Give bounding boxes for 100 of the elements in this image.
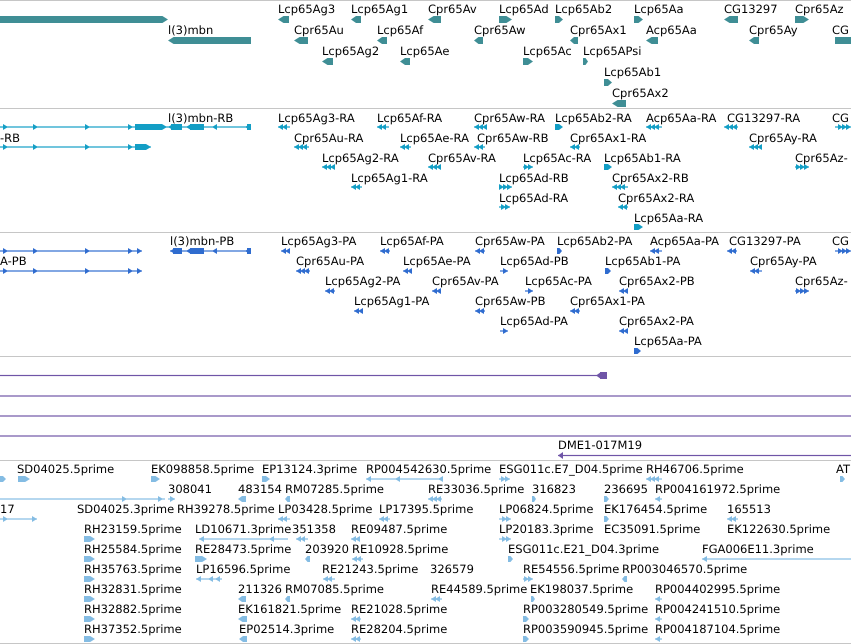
est-label: RH37352.5prime xyxy=(84,623,182,635)
protein-label: Lcp65Ab2-PA xyxy=(557,235,632,247)
est-label: RP003046570.5prime xyxy=(622,563,748,575)
transcript-label: Cpr65Ax1-RA xyxy=(570,132,646,144)
gene-label: Lcp65Ab1 xyxy=(604,66,662,78)
est-label: RE28473.5prime xyxy=(195,543,292,555)
est-label: RH39278.5prime xyxy=(177,503,275,515)
gene-label: Cpr65Au xyxy=(294,24,344,36)
gene-label: CG xyxy=(832,24,849,36)
est-label: RP003280549.5prime xyxy=(523,603,648,615)
transcript-label: CG xyxy=(832,112,849,124)
transcript-label: Lcp65Ad-RA xyxy=(499,192,568,204)
gene-label: Cpr65Ay xyxy=(749,24,798,36)
est-label: ESG011c.E21_D04.3prime xyxy=(508,543,660,555)
gene-label: Lcp65Ab2 xyxy=(555,3,612,15)
transcript-label: Acp65Aa-RA xyxy=(646,112,716,124)
transcript-label: Cpr65Aw-RB xyxy=(477,132,549,144)
est-label: RE21243.5prime xyxy=(322,563,418,575)
protein-label: Cpr65Au-PA xyxy=(296,255,364,267)
gene-label: Acp65Aa xyxy=(646,24,697,36)
transcript-label: Cpr65Az- xyxy=(795,152,848,164)
transcript-label: Lcp65Aa-RA xyxy=(634,212,704,224)
est-label: RH46706.5prime xyxy=(646,463,744,475)
gene-label: Cpr65Az xyxy=(795,3,844,15)
transcript-label: Cpr65Ax2-RA xyxy=(618,192,694,204)
protein-label: Cpr65Ax2-PA xyxy=(619,315,694,327)
protein-label: Lcp65Af-PA xyxy=(380,235,444,247)
protein-label: Cpr65Az- xyxy=(795,275,848,287)
est-label: EP02514.3prime xyxy=(239,623,334,635)
protein-label: Lcp65Ag2-PA xyxy=(325,275,400,287)
est-label: EC35091.5prime xyxy=(604,523,700,535)
gene-label: l(3)mbn xyxy=(168,24,214,36)
protein-label: Cpr65Av-PA xyxy=(432,275,499,287)
protein-label: Lcp65Aa-PA xyxy=(634,335,702,347)
est-label: 17 xyxy=(0,503,15,515)
est-label: 203920 xyxy=(305,543,349,555)
est-label: 483154 xyxy=(238,483,282,495)
est-label: 308041 xyxy=(168,483,212,495)
gene-label: Cpr65Ax2 xyxy=(612,87,669,99)
transcript-label: -RB xyxy=(0,132,20,144)
gene-label: Lcp65Ag3 xyxy=(278,3,336,15)
est-label: RP004161972.5prime xyxy=(655,483,780,495)
transcript-label: Lcp65Ab1-RA xyxy=(604,152,681,164)
transcript-label: Lcp65Ad-RB xyxy=(499,172,569,184)
gene-label: Lcp65APsi xyxy=(583,45,642,57)
protein-label: Lcp65Ac-PA xyxy=(525,275,592,287)
protein-label: Acp65Aa-PA xyxy=(650,235,720,247)
transcript-label: Lcp65Ac-RA xyxy=(523,152,592,164)
est-label: EK198037.5prime xyxy=(530,583,634,595)
transcript-label: Cpr65Av-RA xyxy=(428,152,496,164)
protein-label: Cpr65Ax2-PB xyxy=(619,275,695,287)
gene-label: Lcp65Ad xyxy=(499,3,549,15)
est-label: LP20183.3prime xyxy=(499,523,594,535)
est-label: RE28204.5prime xyxy=(351,623,448,635)
est-label: AT xyxy=(836,463,850,475)
protein-label: Lcp65Ad-PA xyxy=(500,315,568,327)
protein-label: CG13297-PA xyxy=(729,235,801,247)
transcript-label: Lcp65Ag3-RA xyxy=(278,112,355,124)
est-label: SD04025.5prime xyxy=(17,463,114,475)
est-label: EK122630.5prime xyxy=(727,523,830,535)
protein-label: Cpr65Aw-PA xyxy=(475,235,545,247)
gene-label: CG13297 xyxy=(724,3,778,15)
transcript-label: Cpr65Au-RA xyxy=(294,132,364,144)
est-label: EK161821.5prime xyxy=(238,603,342,615)
est-label: RE44589.5prime xyxy=(431,583,528,595)
est-label: RE33036.5prime xyxy=(428,483,524,495)
gene-label: Lcp65Aa xyxy=(634,3,684,15)
protein-label: Lcp65Ab1-PA xyxy=(605,255,680,267)
gene-label: Lcp65Ac xyxy=(523,45,572,57)
transcript-label: CG13297-RA xyxy=(727,112,800,124)
est-label: RP004241510.5prime xyxy=(655,603,780,615)
est-label: 316823 xyxy=(532,483,576,495)
gene-label: Cpr65Ax1 xyxy=(570,24,627,36)
est-label: RH32882.5prime xyxy=(84,603,182,615)
est-label: RE21028.5prime xyxy=(351,603,448,615)
gene-label: Cpr65Aw xyxy=(474,24,526,36)
est-label: ESG011c.E7_D04.5prime xyxy=(499,463,643,475)
transcript-label: Cpr65Ax2-RB xyxy=(612,172,689,184)
est-label: RH25584.5prime xyxy=(84,543,182,555)
protein-label: l(3)mbn-PB xyxy=(170,235,234,247)
gene-label: Lcp65Af xyxy=(377,24,424,36)
est-label: RH23159.5prime xyxy=(84,523,182,535)
est-label: LP06824.5prime xyxy=(499,503,594,515)
transcript-label: Lcp65Af-RA xyxy=(377,112,442,124)
est-label: RE54556.5prime xyxy=(523,563,620,575)
est-label: EK176454.5prime xyxy=(604,503,708,515)
transcript-label: Lcp65Ae-RA xyxy=(400,132,469,144)
est-label: 211326 xyxy=(238,583,282,595)
est-label: RH32831.5prime xyxy=(84,583,182,595)
transcript-label: Cpr65Ay-RA xyxy=(749,132,817,144)
protein-label: Cpr65Aw-PB xyxy=(475,295,546,307)
clone-label: DME1-017M19 xyxy=(558,439,642,451)
gene-label: Lcp65Ag2 xyxy=(322,45,380,57)
transcript-label: Lcp65Ab2-RA xyxy=(555,112,632,124)
protein-label: Cpr65Ax1-PA xyxy=(570,295,645,307)
est-label: RP003590945.5prime xyxy=(523,623,648,635)
est-label: RH35763.5prime xyxy=(84,563,182,575)
est-label: 236695 xyxy=(604,483,648,495)
gene-bar xyxy=(835,37,851,44)
est-label: RM07285.5prime xyxy=(285,483,384,495)
